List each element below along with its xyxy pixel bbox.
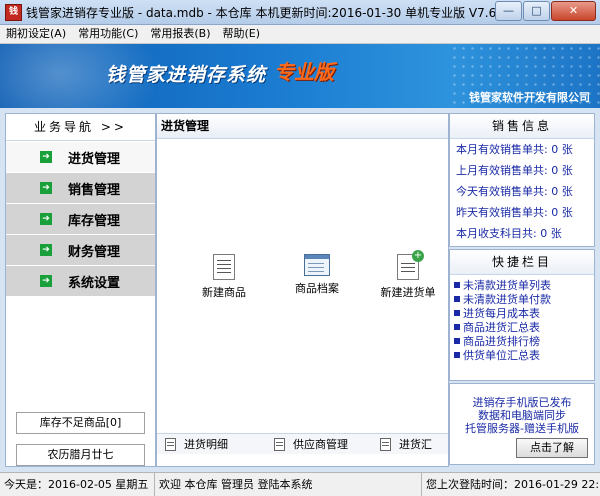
banner-title: 钱管家进销存系统 <box>106 64 267 86</box>
arrow-right-icon: ➔ <box>40 244 52 256</box>
shortcut-label: 商品档案 <box>295 282 339 295</box>
window-controls: — □ ✕ <box>494 1 596 21</box>
window-icon <box>304 254 330 276</box>
arrow-right-icon: ➔ <box>40 275 52 287</box>
shortcut-link[interactable]: 进货每月成本表 <box>450 307 594 321</box>
new-document-icon: + <box>397 250 424 280</box>
bullet-icon <box>454 296 460 302</box>
app-icon: 钱 <box>5 4 22 21</box>
new-purchase-order-shortcut[interactable]: + 新建进货单 <box>363 250 448 300</box>
shortcut-link[interactable]: 未清款进货单付款 <box>450 293 594 307</box>
nav-item-finance[interactable]: ➔ 财务管理 <box>6 235 155 265</box>
menu-common-functions[interactable]: 常用功能(C) <box>72 25 144 43</box>
status-last-login: 您上次登陆时间：2016-01-29 22: <box>426 478 600 491</box>
bullet-icon <box>454 324 460 330</box>
income-expense-this-month[interactable]: 本月收支科目共: 0 张 <box>450 223 594 244</box>
minimize-button[interactable]: — <box>495 1 522 21</box>
shortcut-label: 新建进货单 <box>380 286 436 299</box>
maximize-button[interactable]: □ <box>523 1 550 21</box>
low-stock-button[interactable]: 库存不足商品[0] <box>16 412 145 434</box>
new-product-shortcut[interactable]: 新建商品 <box>179 254 269 300</box>
nav-item-label: 系统设置 <box>68 275 121 291</box>
promo-text: 进销存手机版已发布 数据和电脑端同步 托管服务器-赠送手机版 <box>465 396 579 435</box>
lunar-date: 农历腊月廿七 <box>16 444 145 466</box>
banner-company: 钱管家软件开发有限公司 <box>469 91 590 104</box>
banner: 钱管家进销存系统 专业版 钱管家软件开发有限公司 <box>0 44 600 108</box>
sales-today[interactable]: 今天有效销售单共: 0 张 <box>450 181 594 202</box>
sales-this-month[interactable]: 本月有效销售单共: 0 张 <box>450 139 594 160</box>
close-button[interactable]: ✕ <box>551 1 596 21</box>
menu-help[interactable]: 帮助(E) <box>217 25 267 43</box>
nav-item-label: 库存管理 <box>68 213 121 229</box>
document-icon <box>213 254 235 280</box>
sales-yesterday[interactable]: 昨天有效销售单共: 0 张 <box>450 202 594 223</box>
bullet-icon <box>454 352 460 358</box>
arrow-right-icon: ➔ <box>40 151 52 163</box>
title-bar: 钱 钱管家进销存专业版 - data.mdb - 本仓库 本机更新时间:2016… <box>0 0 600 25</box>
tab-purchase-summary[interactable]: 进货汇 <box>372 434 440 454</box>
learn-more-button[interactable]: 点击了解 <box>516 438 588 458</box>
tab-supplier-management[interactable]: 供应商管理 <box>266 434 356 454</box>
nav-item-label: 财务管理 <box>68 244 121 260</box>
tab-label: 供应商管理 <box>293 438 348 451</box>
tab-label: 进货明细 <box>184 438 228 451</box>
panel-header: 快捷栏目 <box>450 250 594 275</box>
panel-title: 进货管理 <box>157 114 448 139</box>
tab-purchase-details[interactable]: 进货明细 <box>157 434 236 454</box>
bullet-icon <box>454 310 460 316</box>
product-archive-shortcut[interactable]: 商品档案 <box>272 254 362 296</box>
status-bar: 今天是：2016-02-05 星期五 欢迎 本仓库 管理员 登陆本系统 您上次登… <box>0 472 600 496</box>
business-navigation: 业务导航 >> ➔ 进货管理 ➔ 销售管理 ➔ 库存管理 ➔ 财务管理 ➔ 系统… <box>5 113 156 467</box>
document-icon <box>165 437 176 451</box>
menu-initial-setup[interactable]: 期初设定(A) <box>0 25 72 43</box>
shortcut-link[interactable]: 商品进货排行榜 <box>450 335 594 349</box>
bullet-icon <box>454 282 460 288</box>
nav-item-sales[interactable]: ➔ 销售管理 <box>6 173 155 203</box>
nav-item-inventory[interactable]: ➔ 库存管理 <box>6 204 155 234</box>
arrow-right-icon: ➔ <box>40 182 52 194</box>
nav-item-label: 销售管理 <box>68 182 121 198</box>
document-icon <box>380 437 391 451</box>
menu-bar: 期初设定(A) 常用功能(C) 常用报表(B) 帮助(E) <box>0 25 600 44</box>
shortcut-link[interactable]: 未清款进货单列表 <box>450 279 594 293</box>
banner-edition: 专业版 <box>274 60 334 84</box>
window-title: 钱管家进销存专业版 - data.mdb - 本仓库 本机更新时间:2016-0… <box>26 6 504 20</box>
status-welcome: 欢迎 本仓库 管理员 登陆本系统 <box>155 473 422 496</box>
nav-item-purchase[interactable]: ➔ 进货管理 <box>6 142 155 172</box>
bullet-icon <box>454 338 460 344</box>
mobile-promo-panel: 进销存手机版已发布 数据和电脑端同步 托管服务器-赠送手机版 点击了解 <box>449 383 595 465</box>
menu-common-reports[interactable]: 常用报表(B) <box>144 25 216 43</box>
arrow-right-icon: ➔ <box>40 213 52 225</box>
nav-header[interactable]: 业务导航 >> <box>6 114 155 141</box>
sub-function-tabs: 进货明细 供应商管理 进货汇 <box>157 433 448 454</box>
shortcut-link[interactable]: 商品进货汇总表 <box>450 321 594 335</box>
sales-info-panel: 销售信息 本月有效销售单共: 0 张 上月有效销售单共: 0 张 今天有效销售单… <box>449 113 595 247</box>
document-icon <box>274 437 285 451</box>
shortcut-label: 新建商品 <box>202 286 246 299</box>
sales-last-month[interactable]: 上月有效销售单共: 0 张 <box>450 160 594 181</box>
shortcuts-panel: 快捷栏目 未清款进货单列表 未清款进货单付款 进货每月成本表 商品进货汇总表 商… <box>449 249 595 381</box>
nav-item-settings[interactable]: ➔ 系统设置 <box>6 266 155 296</box>
purchase-management-panel: 进货管理 新建商品 商品档案 + 新建进货单 进货明细 供应商管理 进货汇 <box>156 113 449 467</box>
status-today: 今天是：2016-02-05 星期五 <box>0 473 155 496</box>
right-sidebar: 销售信息 本月有效销售单共: 0 张 上月有效销售单共: 0 张 今天有效销售单… <box>449 113 595 465</box>
panel-header: 销售信息 <box>450 114 594 139</box>
tab-label: 进货汇 <box>399 438 432 451</box>
nav-item-label: 进货管理 <box>68 151 121 167</box>
shortcut-link[interactable]: 供货单位汇总表 <box>450 349 594 363</box>
